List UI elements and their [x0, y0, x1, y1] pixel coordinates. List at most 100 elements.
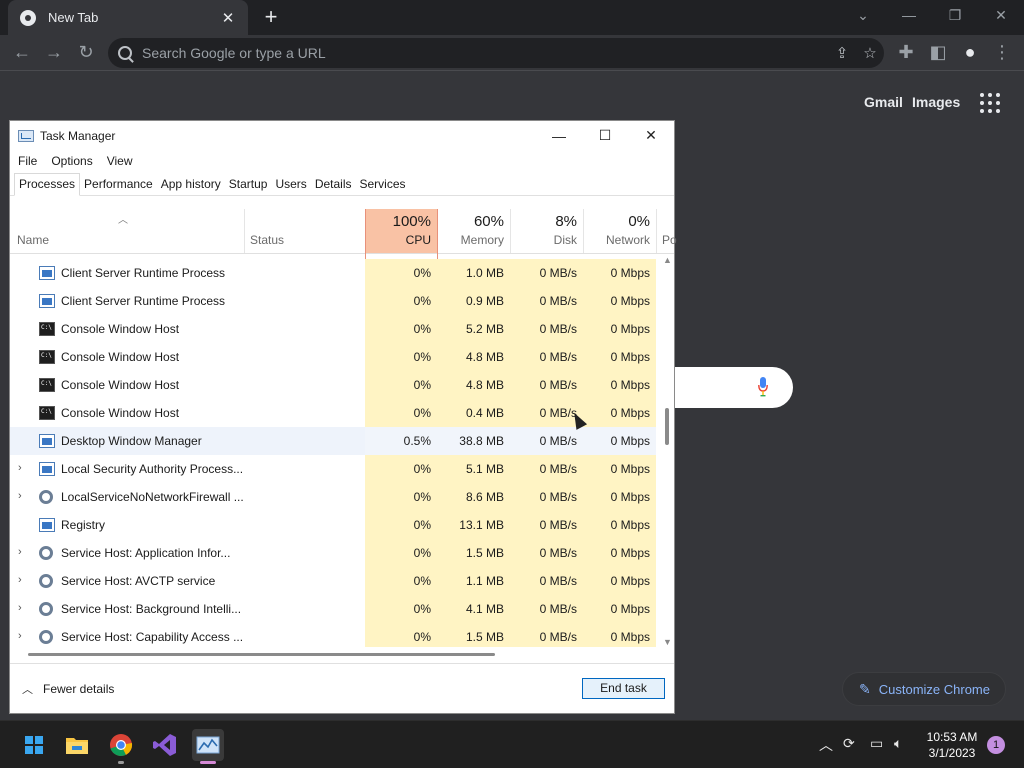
process-name: Console Window Host [61, 378, 180, 392]
expand-chevron-icon[interactable]: › [18, 462, 30, 474]
tab-new-tab[interactable]: New Tab ✕ [8, 0, 248, 35]
profile-avatar-icon[interactable]: ● [957, 39, 983, 65]
customize-chrome-button[interactable]: ✎ Customize Chrome [842, 672, 1006, 706]
expand-chevron-icon[interactable]: › [18, 546, 30, 558]
gmail-link[interactable]: Gmail [864, 94, 903, 110]
tab-search-chevron-icon[interactable]: ⌄ [848, 6, 878, 24]
voice-search-mic-icon[interactable] [758, 376, 768, 398]
expand-chevron-icon[interactable]: › [18, 490, 30, 502]
process-cpu: 0% [365, 343, 437, 371]
close-window-button[interactable]: ✕ [986, 6, 1016, 24]
process-row[interactable]: › Local Security Authority Process... 0% 5.… [10, 455, 656, 483]
expand-chevron-icon[interactable]: › [18, 602, 30, 614]
process-row[interactable]: › Service Host: Application Infor... 0% 1.5… [10, 539, 656, 567]
process-cpu: 0% [365, 511, 437, 539]
horizontal-scrollbar[interactable] [10, 647, 674, 661]
process-disk: 0 MB/s [510, 539, 583, 567]
extensions-puzzle-icon[interactable]: ✚ [893, 39, 919, 65]
clock-date: 3/1/2023 [928, 746, 976, 760]
restore-window-button[interactable]: ❐ [940, 6, 970, 24]
horizontal-scroll-thumb[interactable] [28, 653, 495, 656]
side-panel-icon[interactable]: ◧ [925, 39, 951, 65]
column-header-status[interactable]: Status [250, 233, 284, 247]
process-disk: 0 MB/s [510, 511, 583, 539]
visual-studio-button[interactable] [149, 729, 181, 761]
menu-file[interactable]: File [18, 154, 37, 168]
ntp-search-box[interactable] [660, 367, 793, 408]
share-icon[interactable]: ⇪ [828, 44, 856, 62]
column-header-memory[interactable]: 60% Memory [437, 209, 510, 253]
expand-chevron-icon[interactable]: › [18, 630, 30, 642]
process-name: Local Security Authority Process... [61, 462, 244, 476]
process-name: Service Host: Capability Access ... [61, 630, 244, 644]
chrome-menu-icon[interactable]: ⋮ [989, 39, 1015, 65]
sync-icon[interactable]: ⟳ [843, 735, 855, 752]
omnibox-placeholder[interactable]: Search Google or type a URL [142, 45, 828, 61]
new-tab-button[interactable]: + [259, 4, 283, 30]
forward-arrow-icon[interactable]: → [41, 39, 67, 65]
scroll-up-arrow-icon[interactable]: ▲ [663, 255, 672, 265]
process-row[interactable]: › Service Host: AVCTP service 0% 1.1 MB 0 MB… [10, 567, 656, 595]
vertical-scroll-thumb[interactable] [665, 408, 669, 445]
scroll-down-arrow-icon[interactable]: ▼ [663, 637, 672, 647]
images-link[interactable]: Images [912, 94, 960, 110]
process-memory: 4.8 MB [437, 343, 510, 371]
end-task-button[interactable]: End task [582, 678, 665, 699]
back-arrow-icon[interactable]: ← [9, 39, 35, 65]
tab-startup[interactable]: Startup [225, 177, 272, 195]
task-manager-titlebar[interactable]: Task Manager — ☐ ✕ [10, 121, 674, 150]
process-row[interactable]: Registry 0% 13.1 MB 0 MB/s 0 Mbps [10, 511, 656, 539]
tm-close-button[interactable]: ✕ [628, 127, 674, 144]
process-name: Client Server Runtime Process [61, 266, 226, 280]
tab-users[interactable]: Users [271, 177, 310, 195]
process-row[interactable]: Console Window Host 0%4.8 MB0 MB/s0 Mbps [10, 371, 656, 399]
network-icon[interactable]: ▭ [870, 735, 883, 752]
tm-minimize-button[interactable]: — [536, 128, 582, 144]
google-apps-icon[interactable] [980, 93, 1000, 113]
task-manager-taskbar-button[interactable] [192, 729, 224, 764]
tab-app-history[interactable]: App history [157, 177, 225, 195]
reload-icon[interactable]: ↻ [73, 39, 99, 65]
column-header-network[interactable]: 0% Network [583, 209, 656, 253]
expand-chevron-icon[interactable]: › [18, 574, 30, 586]
process-row[interactable]: › LocalServiceNoNetworkFirewall ... 0% 8.6 … [10, 483, 656, 511]
tab-details[interactable]: Details [311, 177, 356, 195]
fewer-details-toggle[interactable]: ︿ Fewer details [22, 681, 114, 697]
process-row[interactable]: Console Window Host 0%5.2 MB0 MB/s0 Mbps [10, 315, 656, 343]
column-divider[interactable] [244, 209, 245, 253]
minimize-window-button[interactable]: — [894, 6, 924, 24]
bookmark-star-icon[interactable]: ☆ [856, 44, 884, 62]
chrome-taskbar-button[interactable] [105, 729, 137, 764]
notification-badge[interactable]: 1 [987, 736, 1005, 754]
tab-close-button[interactable]: ✕ [220, 9, 236, 27]
column-header-name[interactable]: Name [17, 233, 49, 247]
column-divider[interactable] [656, 209, 657, 253]
tab-processes[interactable]: Processes [14, 173, 81, 196]
process-row[interactable]: Client Server Runtime Process 0% 1.0 MB 0 M… [10, 259, 656, 287]
show-hidden-icons-chevron-icon[interactable]: ︿ [819, 735, 833, 755]
pencil-icon: ✎ [859, 680, 871, 697]
process-name: LocalServiceNoNetworkFirewall ... [61, 490, 244, 504]
omnibox[interactable]: Search Google or type a URL ⇪ ☆ [108, 38, 884, 68]
process-row[interactable]: › Service Host: Capability Access ... 0% 1.… [10, 623, 656, 647]
column-header-disk[interactable]: 8% Disk [510, 209, 583, 253]
tab-services[interactable]: Services [356, 177, 410, 195]
process-row[interactable]: Client Server Runtime Process 0% 0.9 MB 0 M… [10, 287, 656, 315]
process-row[interactable]: Console Window Host0%0.4 MB0 MB/s0 Mbps [10, 399, 656, 427]
volume-icon[interactable]: 🔈︎ [894, 735, 902, 752]
tm-maximize-button[interactable]: ☐ [582, 127, 628, 144]
column-header-power-partial[interactable]: Po [662, 233, 677, 247]
vertical-scrollbar[interactable]: ▲ ▼ [660, 255, 674, 647]
menu-options[interactable]: Options [51, 154, 92, 168]
process-row[interactable]: › Service Host: Background Intelli... 0% 4.… [10, 595, 656, 623]
process-row[interactable]: Desktop Window Manager 0.5% 38.8 MB 0 MB/s 0… [10, 427, 656, 455]
tab-performance[interactable]: Performance [80, 177, 157, 195]
column-header-cpu[interactable]: 100% CPU [365, 209, 437, 253]
file-explorer-button[interactable] [61, 729, 93, 761]
windows-taskbar: ︿ ⟳ ▭ 🔈︎ 10:53 AM 3/1/2023 1 [0, 720, 1024, 768]
start-button[interactable] [16, 729, 48, 761]
process-row[interactable]: Console Window Host 0%4.8 MB0 MB/s0 Mbps [10, 343, 656, 371]
process-name: Console Window Host [61, 406, 180, 420]
menu-view[interactable]: View [107, 154, 133, 168]
clock[interactable]: 10:53 AM 3/1/2023 [918, 729, 986, 761]
